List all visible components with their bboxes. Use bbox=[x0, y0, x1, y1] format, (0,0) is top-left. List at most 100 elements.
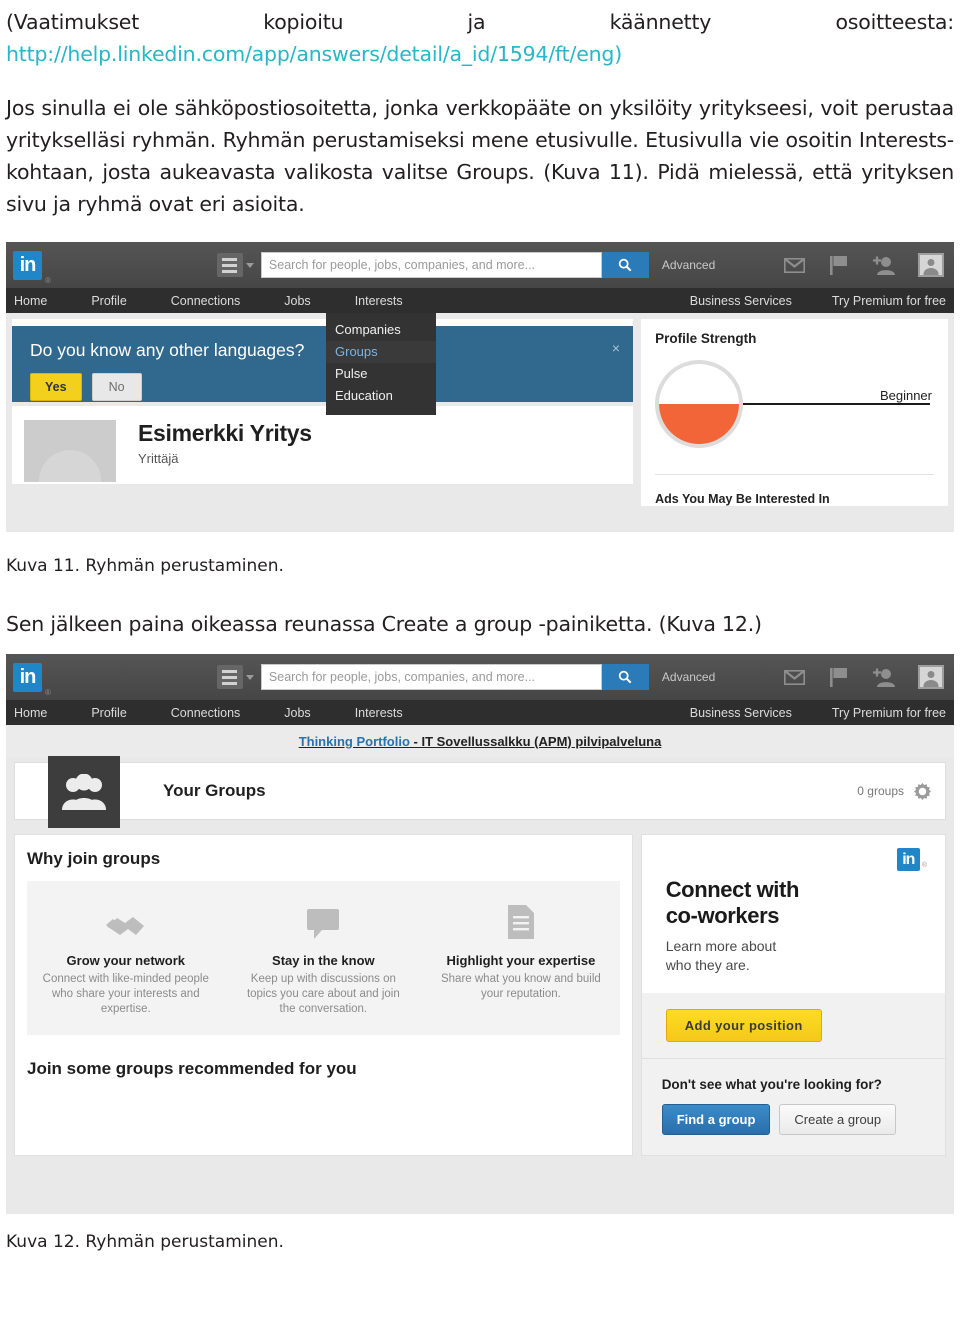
add-connection-icon-2[interactable] bbox=[873, 667, 895, 687]
nav-interests-2[interactable]: Interests bbox=[355, 706, 403, 720]
benefit-highlight-expertise: Highlight your expertise Share what you … bbox=[422, 895, 620, 1017]
profile-photo[interactable] bbox=[24, 420, 116, 482]
search-input[interactable]: Search for people, jobs, companies, and … bbox=[260, 252, 602, 278]
ad-heading-line1: Connect with bbox=[665, 877, 800, 902]
search-button-2[interactable] bbox=[601, 664, 649, 690]
ad-body-line2: who they are. bbox=[665, 957, 750, 973]
linkedin-topbar-2: in ® Search for people, jobs, companies,… bbox=[6, 654, 954, 700]
paragraph-create-group: Sen jälkeen paina oikeassa reunassa Crea… bbox=[6, 612, 762, 636]
nav-jobs-2[interactable]: Jobs bbox=[284, 706, 310, 720]
card-top-strip bbox=[12, 319, 634, 326]
nav-right-1: Business Services Try Premium for free bbox=[690, 294, 946, 308]
shot1-body: Do you know any other languages? Yes No … bbox=[6, 313, 954, 506]
ad-banner-text: - IT Sovellussalkku (APM) pilvipalveluna bbox=[409, 733, 662, 749]
connect-coworkers-ad: in ® Connect with co-workers Learn more … bbox=[640, 834, 946, 1059]
dropdown-item-companies[interactable]: Companies bbox=[326, 319, 436, 341]
linkedin-mainnav-2: Home Profile Connections Jobs Interests … bbox=[6, 700, 954, 725]
profile-avatar[interactable] bbox=[918, 253, 944, 277]
linkedin-help-link[interactable]: http://help.linkedin.com/app/answers/det… bbox=[6, 42, 622, 66]
paragraph-intro-text: (Vaatimukset kopioitu ja käännetty osoit… bbox=[6, 10, 954, 34]
profile-avatar-2[interactable] bbox=[918, 665, 944, 689]
profile-title: Yrittäjä bbox=[138, 451, 179, 466]
interests-dropdown[interactable]: Companies Groups Pulse Education bbox=[326, 313, 436, 415]
advanced-search-link[interactable]: Advanced bbox=[662, 258, 715, 272]
notifications-flag-icon[interactable] bbox=[828, 255, 850, 275]
profile-strength-sidebar: Profile Strength Beginner Ads You May Be… bbox=[641, 319, 948, 506]
linkedin-logo-icon[interactable]: in bbox=[13, 250, 42, 280]
paragraph-instructions: Jos sinulla ei ole sähköpostiosoitetta, … bbox=[6, 96, 954, 216]
registered-mark-icon-2: ® bbox=[45, 688, 51, 697]
chevron-down-icon[interactable] bbox=[245, 262, 254, 268]
language-yes-button[interactable]: Yes bbox=[30, 373, 82, 401]
add-your-position-button[interactable]: Add your position bbox=[665, 1009, 822, 1042]
ad-banner-link[interactable]: Thinking Portfolio - IT Sovellussalkku (… bbox=[299, 734, 662, 749]
nav-jobs-1[interactable]: Jobs bbox=[284, 294, 310, 308]
divider bbox=[655, 474, 934, 475]
join-recommended-title: Join some groups recommended for you bbox=[27, 1059, 357, 1078]
profile-name: Esimerkki Yritys bbox=[138, 420, 312, 446]
nav-business-services-1[interactable]: Business Services bbox=[690, 294, 792, 308]
strength-leader-line bbox=[739, 403, 930, 405]
find-group-buttons: Find a group Create a group bbox=[661, 1104, 945, 1135]
dropdown-item-pulse[interactable]: Pulse bbox=[326, 363, 436, 385]
menu-hamburger-icon[interactable] bbox=[216, 253, 243, 277]
gear-icon[interactable] bbox=[914, 782, 931, 800]
groups-count: 0 groups bbox=[857, 784, 904, 798]
strength-dial-icon bbox=[655, 360, 744, 448]
nav-home-1[interactable]: Home bbox=[14, 294, 47, 308]
search-button[interactable] bbox=[601, 252, 649, 278]
language-no-button[interactable]: No bbox=[91, 373, 142, 401]
groups-right-sidebar: in ® Connect with co-workers Learn more … bbox=[640, 834, 946, 1156]
search-placeholder-2: Search for people, jobs, companies, and … bbox=[268, 670, 536, 684]
messages-icon[interactable] bbox=[783, 255, 805, 275]
nav-profile-2[interactable]: Profile bbox=[91, 706, 126, 720]
notifications-flag-icon-2[interactable] bbox=[828, 667, 850, 687]
topbar-icons-1 bbox=[783, 253, 944, 277]
ad-body-line1: Learn more about bbox=[665, 938, 777, 954]
screenshot-kuva-11: in ® Search for people, jobs, companies,… bbox=[6, 242, 954, 532]
linkedin-logo-icon-3: in bbox=[896, 848, 920, 871]
nav-try-premium-2[interactable]: Try Premium for free bbox=[832, 706, 946, 720]
chevron-down-icon-2[interactable] bbox=[245, 674, 254, 680]
find-a-group-button[interactable]: Find a group bbox=[661, 1104, 771, 1135]
profile-strength-meter: Beginner bbox=[655, 360, 934, 448]
benefit-heading: Stay in the know bbox=[272, 953, 375, 968]
close-icon[interactable]: × bbox=[612, 340, 620, 356]
profile-strength-title: Profile Strength bbox=[655, 331, 757, 346]
why-join-groups-title: Why join groups bbox=[27, 849, 161, 868]
checklist-icon bbox=[436, 895, 606, 939]
screenshot-kuva-12: in ® Search for people, jobs, companies,… bbox=[6, 654, 954, 1214]
registered-mark-icon: ® bbox=[45, 276, 51, 285]
paragraph-intro: (Vaatimukset kopioitu ja käännetty osoit… bbox=[6, 0, 954, 70]
topbar-icons-2 bbox=[783, 665, 944, 689]
nav-try-premium-1[interactable]: Try Premium for free bbox=[832, 294, 946, 308]
ads-section-title: Ads You May Be Interested In bbox=[655, 492, 830, 506]
benefit-text: Keep up with discussions on topics you c… bbox=[246, 973, 400, 1015]
linkedin-logo-icon-2[interactable]: in bbox=[13, 662, 42, 692]
caption-kuva-11: Kuva 11. Ryhmän perustaminen. bbox=[6, 556, 284, 576]
advanced-search-link-2[interactable]: Advanced bbox=[662, 670, 715, 684]
nav-connections-1[interactable]: Connections bbox=[171, 294, 241, 308]
nav-business-services-2[interactable]: Business Services bbox=[690, 706, 792, 720]
add-connection-icon[interactable] bbox=[873, 255, 895, 275]
nav-home-2[interactable]: Home bbox=[14, 706, 47, 720]
create-a-group-button[interactable]: Create a group bbox=[779, 1104, 897, 1135]
search-input-2[interactable]: Search for people, jobs, companies, and … bbox=[260, 664, 602, 690]
nav-profile-1[interactable]: Profile bbox=[91, 294, 126, 308]
nav-interests-1[interactable]: Interests bbox=[355, 294, 403, 308]
messages-icon-2[interactable] bbox=[783, 667, 805, 687]
benefit-heading: Highlight your expertise bbox=[446, 953, 596, 968]
linkedin-mainnav-1: Home Profile Connections Jobs Interests … bbox=[6, 288, 954, 313]
menu-hamburger-icon-2[interactable] bbox=[216, 665, 243, 689]
dropdown-item-education[interactable]: Education bbox=[326, 385, 436, 407]
profile-summary-card: Esimerkki Yritys Yrittäjä bbox=[12, 406, 634, 484]
nav-connections-2[interactable]: Connections bbox=[171, 706, 241, 720]
dropdown-item-groups[interactable]: Groups bbox=[326, 341, 436, 363]
benefit-text: Share what you know and build your reput… bbox=[440, 973, 601, 1000]
find-create-group-card: Don't see what you're looking for? Find … bbox=[640, 1059, 946, 1156]
